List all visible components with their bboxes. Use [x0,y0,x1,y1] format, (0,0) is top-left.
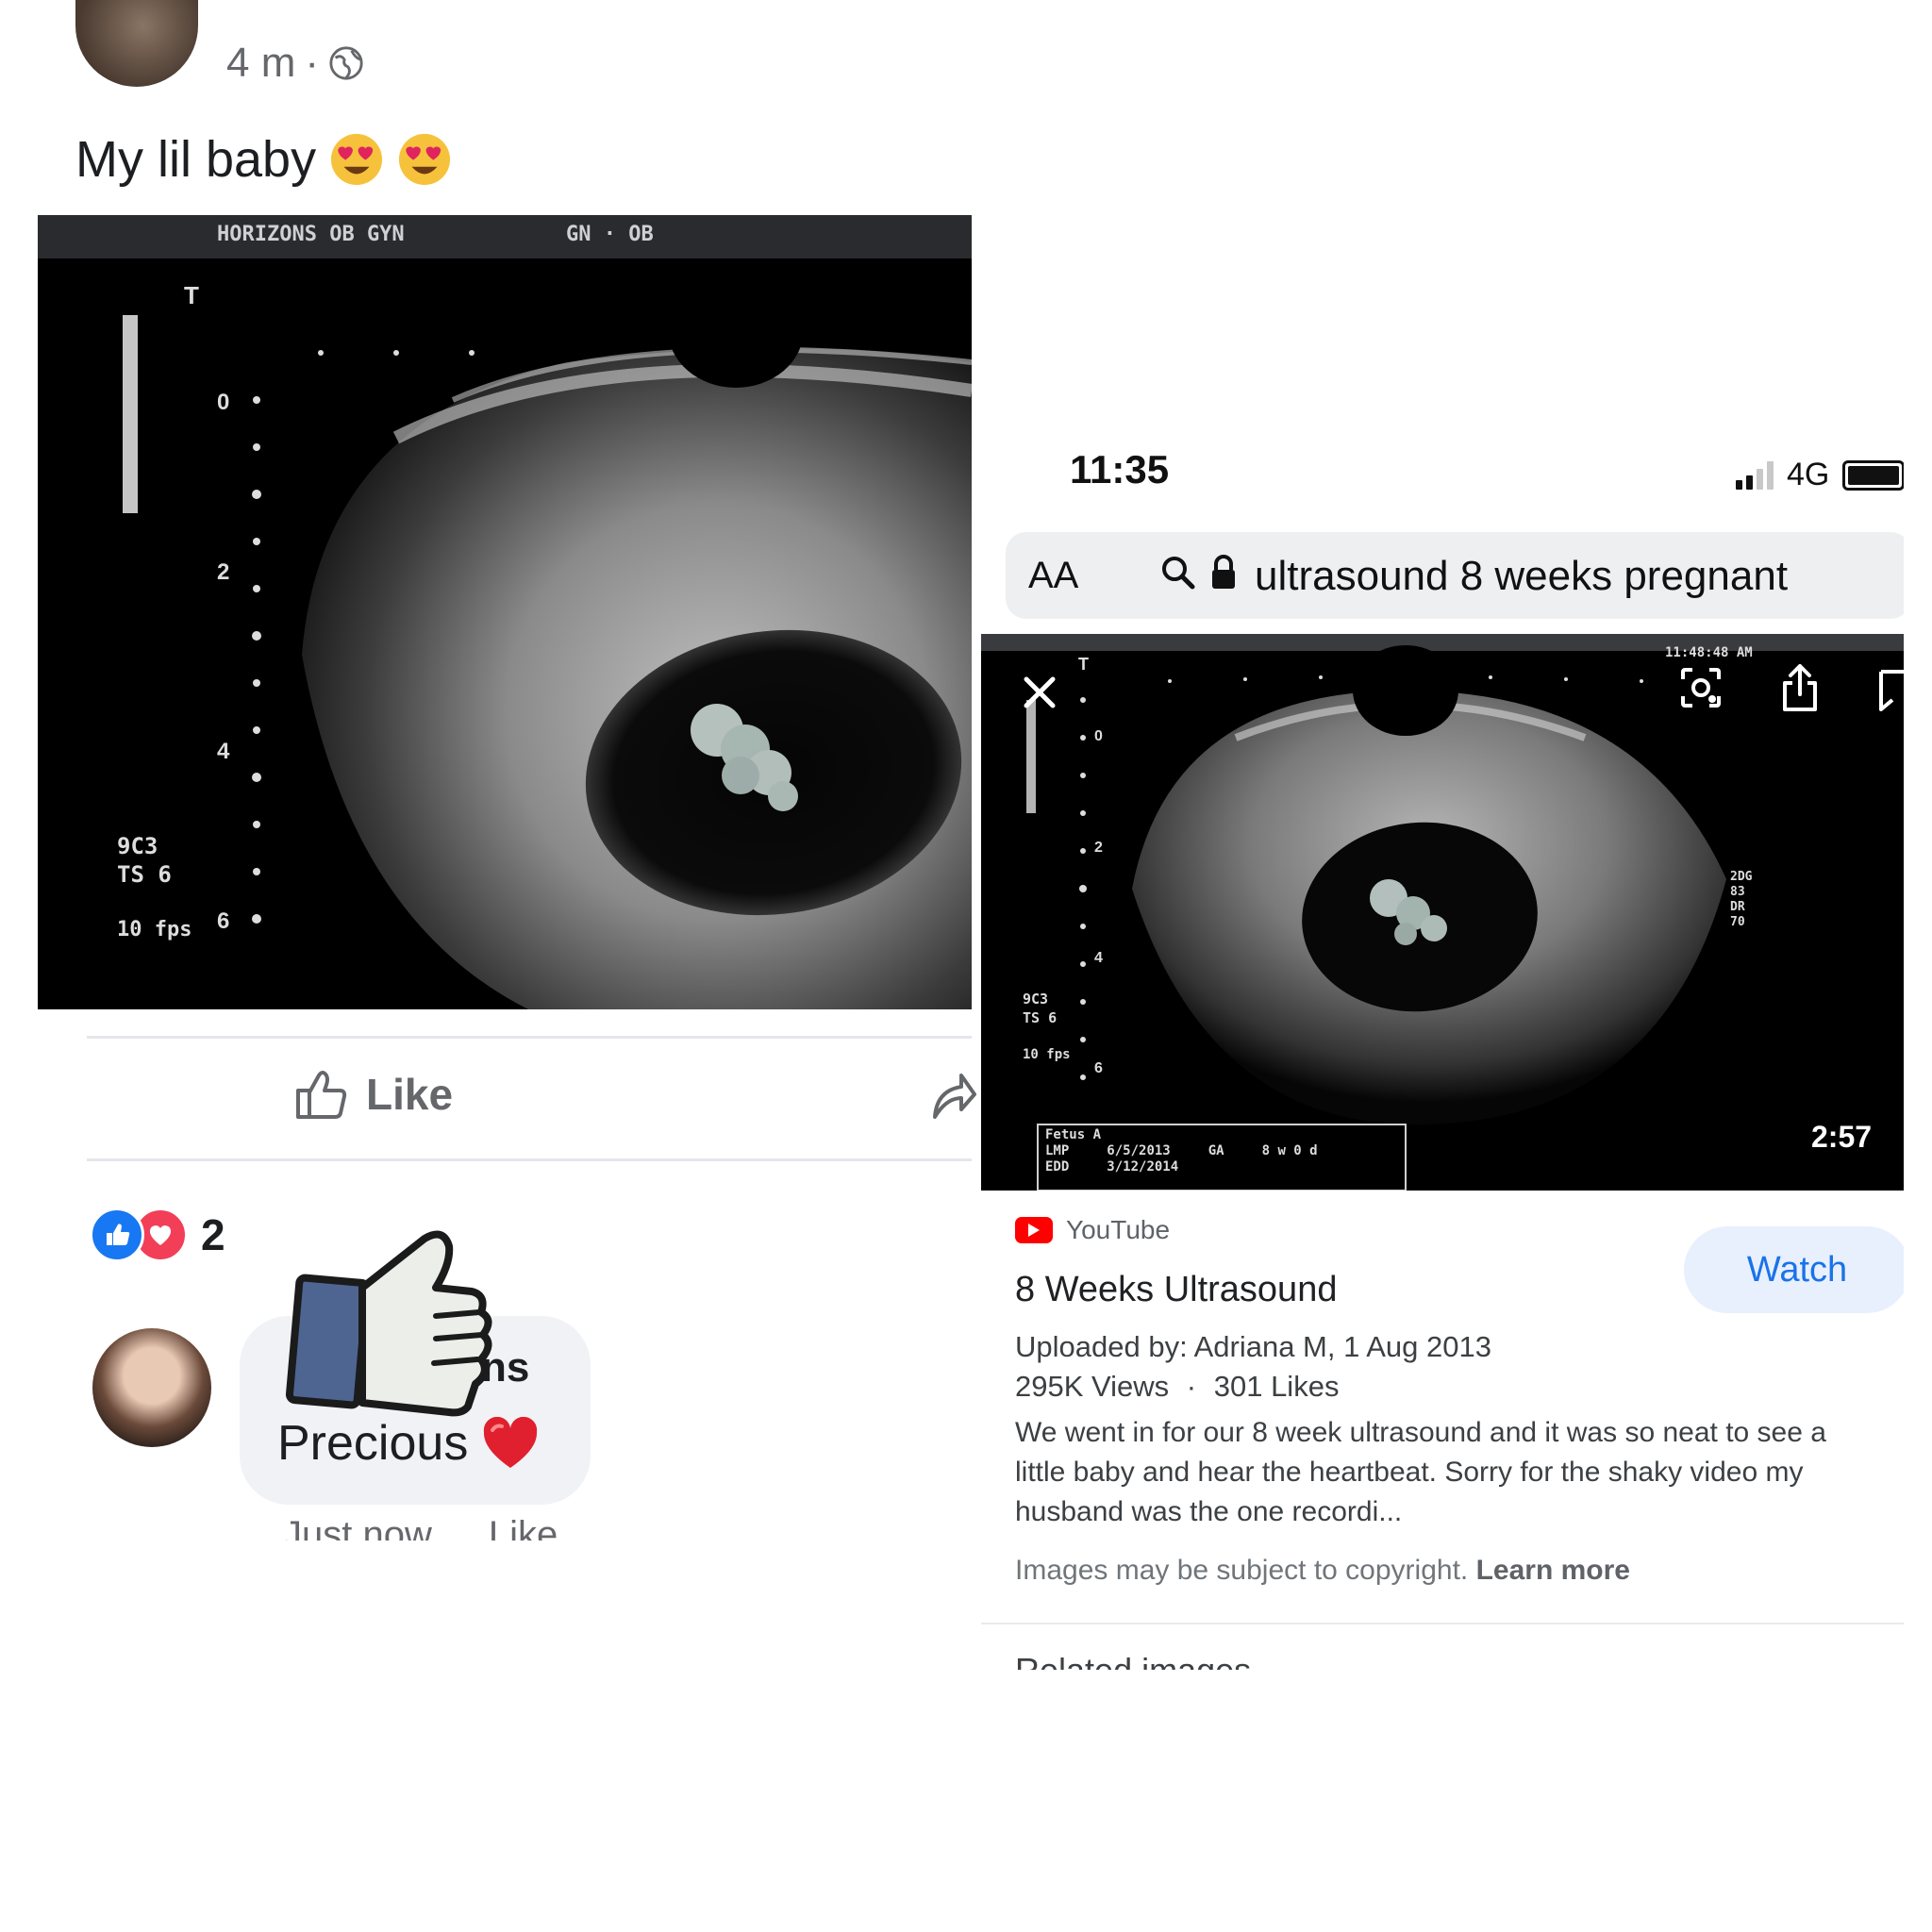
depth-label: 6 [217,908,230,934]
caption-text: My lil baby [75,131,317,188]
view-count: 295K Views [1015,1370,1170,1403]
video-stats: 295K Views · 301 Likes [1015,1370,1339,1404]
youtube-logo-icon [1015,1217,1053,1243]
fetus-info-box: Fetus A LMP 6/5/2013 GA 8 w 0 d EDD 3/12… [1045,1127,1318,1175]
share-arrow-icon[interactable] [929,1066,976,1123]
action-divider-top [87,1036,972,1039]
lmp-date: 6/5/2013 [1107,1143,1171,1158]
fetus-label: Fetus A [1045,1127,1102,1142]
copyright-text: Images may be subject to copyright. [1015,1555,1469,1586]
cartoon-thumbs-up-icon [285,1230,492,1417]
depth-label: 0 [1094,728,1103,744]
probe-label: 9C3 [1023,991,1049,1008]
globe-icon [329,46,363,80]
reaction-summary[interactable]: 2 [90,1208,225,1262]
result-image[interactable]: T 11:48:48 AM 0 2 4 6 9C3 TS 6 10 fps 2D… [981,634,1904,1191]
post-timestamp: 4 m · [226,40,364,87]
result-source[interactable]: YouTube [1015,1215,1170,1245]
post-caption: My lil baby [75,130,452,189]
comment-actions: Just now Like [283,1514,604,1541]
phone-screenshot: 11:35 4G AA ultrasound 8 weeks pregnant [981,415,1904,1670]
watch-button[interactable]: Watch [1684,1226,1904,1313]
comment-like-link[interactable]: Like [489,1514,558,1541]
probe-label: 9C3 [117,833,158,859]
close-icon[interactable] [1019,672,1060,713]
network-type: 4G [1787,457,1830,492]
depth-label: 2 [1094,840,1103,856]
copyright-notice: Images may be subject to copyright. Lear… [1015,1555,1630,1587]
ultrasound-photo[interactable]: HORIZONS OB GYN GN · OB T 0 2 4 6 9C3 TS… [38,215,972,1009]
stats-separator: · [1186,1370,1197,1403]
lock-icon [1212,555,1235,589]
separator-dot: · [305,40,320,86]
signal-icon [1736,460,1774,490]
comment-text: Precious [277,1416,469,1471]
ga-label: GA [1208,1143,1224,1158]
depth-label: 6 [1094,1060,1103,1076]
setting-label: DR [1730,900,1745,914]
edd-label: EDD [1045,1159,1070,1174]
heart-eyes-emoji-icon [331,133,383,186]
share-icon[interactable] [1779,662,1821,713]
ultrasound-scan-image [123,271,972,1009]
video-description: We went in for our 8 week ultrasound and… [1015,1417,1826,1527]
ultrasound-timestamp: 11:48:48 AM [1665,645,1753,660]
upload-info: Uploaded by: Adriana M, 1 Aug 2013 [1015,1330,1491,1363]
red-heart-emoji-icon [484,1417,538,1468]
search-icon [1162,557,1195,590]
ultrasound-clinic-label: HORIZONS OB GYN [217,223,405,246]
ultrasound-depth-marker: T [1078,655,1089,674]
reader-mode-button[interactable]: AA [1028,555,1078,597]
bookmark-icon[interactable] [1877,668,1904,713]
battery-icon [1842,459,1904,491]
framerate-label: 10 fps [117,918,192,941]
learn-more-link[interactable]: Learn more [1476,1555,1630,1586]
depth-label: 4 [1094,950,1103,966]
heart-eyes-emoji-icon [399,133,451,186]
ultrasound-mode-label: GN · OB [566,223,654,246]
preset-label: TS 6 [1023,1009,1058,1026]
comment-body: Precious [277,1415,540,1472]
reaction-count: 2 [201,1210,225,1259]
depth-label: 2 [217,559,230,585]
ga-value: 8 w 0 d [1261,1143,1318,1158]
edd-date: 3/12/2014 [1107,1159,1179,1174]
action-divider-bottom [87,1158,972,1161]
video-duration: 2:57 [1811,1120,1873,1154]
like-count: 301 Likes [1213,1370,1340,1403]
poster-avatar[interactable] [75,0,198,87]
setting-value: 83 [1730,885,1745,899]
lens-search-icon[interactable] [1677,664,1724,711]
preset-label: TS 6 [117,861,172,888]
like-button[interactable]: Like [292,1066,453,1123]
setting-value: 70 [1730,915,1745,929]
framerate-label: 10 fps [1023,1047,1071,1062]
lmp-label: LMP [1045,1143,1070,1158]
source-name: YouTube [1066,1215,1171,1244]
url-icons [1160,555,1238,591]
ultrasound-settings-labels: 2DG 83 DR 70 [1730,870,1752,930]
status-time: 11:35 [1070,447,1170,491]
comment-time: Just now [283,1514,432,1541]
post-time: 4 m [226,40,296,86]
status-indicators: 4G [1736,457,1904,493]
search-query[interactable]: ultrasound 8 weeks pregnant [1255,553,1788,600]
section-divider [981,1623,1904,1624]
result-title[interactable]: 8 Weeks Ultrasound [1015,1270,1337,1310]
like-label: Like [366,1070,454,1119]
ultrasound-thumbnail [1026,645,1726,1191]
like-reaction-icon [90,1208,144,1262]
depth-label: 0 [217,390,230,415]
setting-label: 2DG [1730,870,1753,884]
depth-label: 4 [217,739,230,764]
thumbs-up-icon [296,1071,347,1119]
related-images-heading: Related images [1015,1651,1251,1670]
ultrasound-header-bar: HORIZONS OB GYN GN · OB [38,215,972,258]
ultrasound-depth-marker: T [184,281,199,309]
commenter-avatar[interactable] [92,1328,211,1447]
